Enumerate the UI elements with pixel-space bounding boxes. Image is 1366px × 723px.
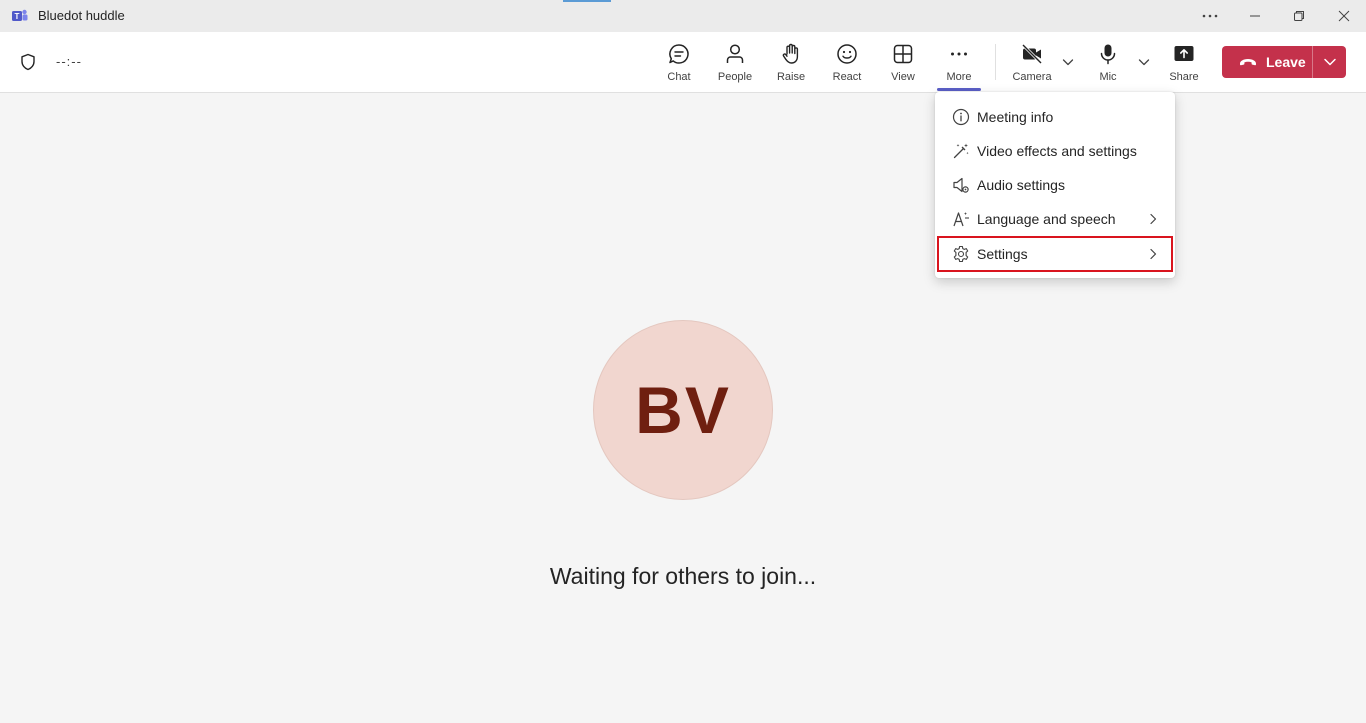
camera-label: Camera — [1012, 71, 1052, 83]
ellipsis-icon — [1202, 14, 1218, 18]
magic-wand-icon — [953, 143, 969, 159]
menu-item-meeting-info[interactable]: Meeting info — [937, 100, 1173, 134]
mic-options-chevron-down-icon[interactable] — [1136, 54, 1152, 70]
raise-hand-icon — [782, 43, 799, 64]
avatar-initials: BV — [635, 373, 731, 447]
share-screen-icon — [1174, 46, 1194, 61]
menu-item-audio-settings[interactable]: Audio settings — [937, 168, 1173, 202]
person-icon — [726, 44, 744, 63]
close-window-button[interactable] — [1322, 0, 1366, 32]
raise-label: Raise — [776, 71, 806, 83]
people-label: People — [717, 71, 753, 83]
chat-icon — [669, 44, 689, 64]
menu-item-label: Video effects and settings — [977, 143, 1137, 159]
minimize-button[interactable] — [1233, 0, 1277, 32]
mic-label: Mic — [1099, 71, 1117, 83]
share-button[interactable]: Share — [1158, 40, 1210, 86]
chat-label: Chat — [667, 71, 691, 83]
leave-button[interactable]: Leave — [1222, 46, 1312, 78]
ellipsis-icon — [951, 52, 967, 56]
menu-item-video-effects[interactable]: Video effects and settings — [937, 134, 1173, 168]
chevron-right-icon — [1150, 248, 1157, 260]
chevron-right-icon — [1150, 213, 1157, 225]
chat-button[interactable]: Chat — [653, 40, 705, 86]
camera-off-icon — [1021, 43, 1043, 65]
menu-item-label: Meeting info — [977, 109, 1054, 125]
meeting-toolbar: --:-- Chat People Raise React View More … — [0, 32, 1366, 93]
window-title: Bluedot huddle — [38, 8, 125, 23]
smiley-icon — [837, 44, 857, 64]
react-button[interactable]: React — [821, 40, 873, 86]
microphone-icon — [1100, 44, 1116, 65]
info-icon — [952, 108, 970, 126]
svg-text:T: T — [15, 12, 20, 21]
language-icon — [953, 212, 969, 227]
menu-item-label: Language and speech — [977, 211, 1116, 227]
leave-options-button[interactable] — [1313, 46, 1346, 78]
more-active-indicator — [937, 88, 981, 91]
title-accent-bar — [563, 0, 611, 2]
share-label: Share — [1169, 71, 1199, 83]
more-button[interactable]: More — [933, 40, 985, 86]
teams-logo-icon: T — [12, 9, 28, 21]
grid-view-icon — [893, 44, 913, 64]
leave-split-button: Leave — [1222, 46, 1346, 78]
toolbar-divider — [995, 44, 996, 80]
people-button[interactable]: People — [709, 40, 761, 86]
mic-button[interactable]: Mic — [1082, 40, 1134, 86]
close-icon — [1338, 10, 1350, 22]
hang-up-icon — [1240, 59, 1256, 66]
camera-button[interactable]: Camera — [1006, 40, 1058, 86]
menu-item-language-and-speech[interactable]: Language and speech — [937, 202, 1173, 236]
raise-hand-button[interactable]: Raise — [765, 40, 817, 86]
menu-item-label: Settings — [977, 246, 1028, 262]
shield-icon[interactable] — [19, 53, 37, 71]
restore-icon — [1294, 11, 1304, 21]
camera-options-chevron-down-icon[interactable] — [1060, 54, 1076, 70]
restore-button[interactable] — [1277, 0, 1321, 32]
more-options-menu: Meeting info Video effects and settings … — [935, 92, 1175, 278]
window-more-options-button[interactable] — [1188, 0, 1232, 32]
view-label: View — [891, 71, 915, 83]
chevron-down-icon — [1323, 58, 1336, 66]
minimize-icon — [1250, 15, 1260, 17]
speaker-gear-icon — [953, 177, 969, 193]
gear-icon — [953, 245, 969, 263]
leave-label: Leave — [1266, 54, 1306, 70]
title-bar: T Bluedot huddle — [0, 0, 1366, 32]
avatar: BV — [593, 320, 773, 500]
meeting-timer: --:-- — [56, 54, 82, 69]
react-label: React — [832, 71, 862, 83]
more-label: More — [946, 71, 972, 83]
waiting-message: Waiting for others to join... — [549, 563, 817, 589]
menu-item-settings[interactable]: Settings — [937, 236, 1173, 272]
view-button[interactable]: View — [877, 40, 929, 86]
menu-item-label: Audio settings — [977, 177, 1065, 193]
